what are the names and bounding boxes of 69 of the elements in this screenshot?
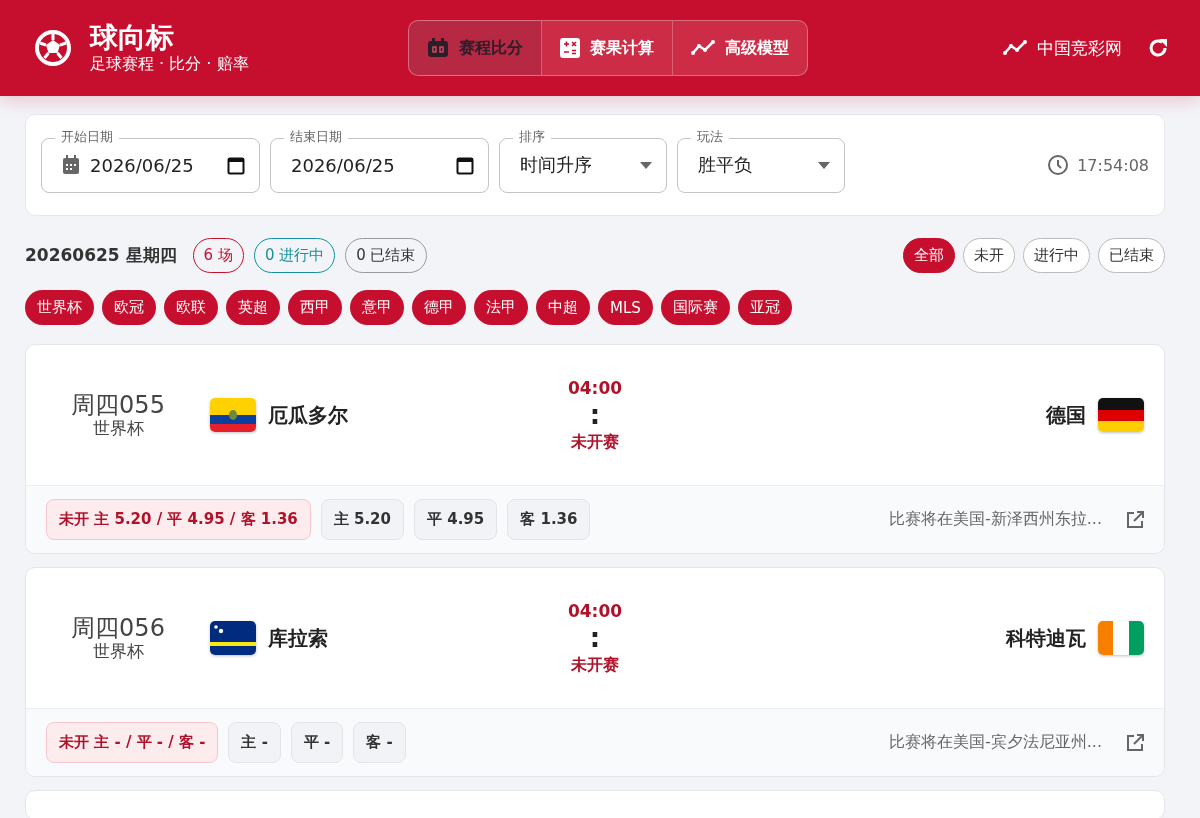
away-team: 科特迪瓦 — [1006, 624, 1086, 652]
odds-summary: 未开 主 5.20 / 平 4.95 / 客 1.36 — [46, 499, 311, 540]
league-chip[interactable]: MLS — [598, 290, 653, 325]
flag-icon — [1098, 398, 1144, 432]
odds-pill: 客 1.36 — [507, 499, 591, 540]
status-filter[interactable]: 已结束 — [1098, 237, 1165, 273]
field-label: 排序 — [513, 127, 551, 146]
league-chip[interactable]: 西甲 — [288, 290, 342, 325]
league-chip[interactable]: 欧联 — [164, 290, 218, 325]
trend-line-icon — [1003, 40, 1027, 56]
score-separator: : — [589, 624, 601, 651]
odds-pill: 平 - — [290, 722, 344, 763]
league-chip[interactable]: 中超 — [536, 290, 590, 325]
league-chip[interactable]: 德甲 — [412, 290, 466, 325]
refresh-icon[interactable] — [1146, 36, 1170, 60]
external-link[interactable]: 中国竞彩网 — [1003, 36, 1122, 60]
nav-tab[interactable]: 高级模型 — [672, 21, 807, 75]
match-status: 未开赛 — [571, 431, 619, 453]
calculator-icon — [560, 38, 580, 58]
match-code: 周四056 — [71, 615, 165, 641]
league-chip[interactable]: 世界杯 — [25, 290, 94, 325]
status-filter[interactable]: 未开 — [963, 237, 1015, 273]
home-team: 库拉索 — [268, 624, 328, 652]
league-chip[interactable]: 意甲 — [350, 290, 404, 325]
caret-icon — [818, 161, 830, 169]
status-filter[interactable]: 进行中 — [1023, 237, 1090, 273]
soccer-ball-icon — [34, 29, 72, 67]
odds-pill: 平 4.95 — [414, 499, 498, 540]
calendar-icon[interactable] — [227, 155, 245, 175]
app-title: 球向标 — [90, 22, 175, 54]
calendar-icon[interactable] — [456, 155, 474, 175]
scoreboard-icon — [427, 38, 449, 58]
league-chip[interactable]: 亚冠 — [737, 290, 792, 325]
odds-pill: 客 - — [353, 722, 406, 763]
caret-icon — [640, 161, 652, 169]
clock-icon — [1047, 154, 1070, 176]
trend-line-icon — [691, 40, 715, 56]
status-filter[interactable]: 全部 — [903, 237, 955, 273]
venue-text: 比赛将在美国-宾夕法尼亚州... — [888, 732, 1102, 753]
match-code: 周四055 — [71, 392, 165, 418]
nav-tab[interactable]: 赛果计算 — [541, 21, 672, 75]
venue-text: 比赛将在美国-新泽西州东拉... — [888, 509, 1102, 530]
score-separator: : — [589, 401, 601, 428]
external-link-icon[interactable] — [1126, 733, 1144, 752]
clock-time: 17:54:08 — [1077, 155, 1149, 175]
odds-summary: 未开 主 - / 平 - / 客 - — [46, 722, 219, 763]
kickoff-time: 04:00 — [567, 377, 623, 398]
external-link-icon[interactable] — [1126, 510, 1144, 529]
flag-icon — [210, 398, 256, 432]
away-team: 德国 — [1046, 401, 1086, 429]
league-name: 世界杯 — [92, 418, 144, 438]
date-heading: 20260625 星期四 — [25, 243, 177, 267]
kickoff-time: 04:00 — [567, 600, 623, 621]
field-label: 结束日期 — [284, 127, 348, 146]
odds-pill: 主 - — [228, 722, 281, 763]
league-chip[interactable]: 欧冠 — [102, 290, 156, 325]
calendar-icon — [62, 155, 80, 175]
league-chip[interactable]: 法甲 — [474, 290, 528, 325]
odds-pill: 主 5.20 — [320, 499, 404, 540]
league-name: 世界杯 — [92, 641, 144, 661]
field-label: 开始日期 — [55, 127, 119, 146]
home-team: 厄瓜多尔 — [268, 401, 348, 429]
flag-icon — [210, 621, 256, 655]
app-subtitle: 足球赛程 · 比分 · 赔率 — [90, 54, 249, 74]
field-label: 玩法 — [691, 127, 729, 146]
league-chip[interactable]: 英超 — [226, 290, 280, 325]
match-status: 未开赛 — [571, 654, 619, 676]
flag-icon — [1098, 621, 1144, 655]
league-chip[interactable]: 国际赛 — [660, 290, 730, 325]
